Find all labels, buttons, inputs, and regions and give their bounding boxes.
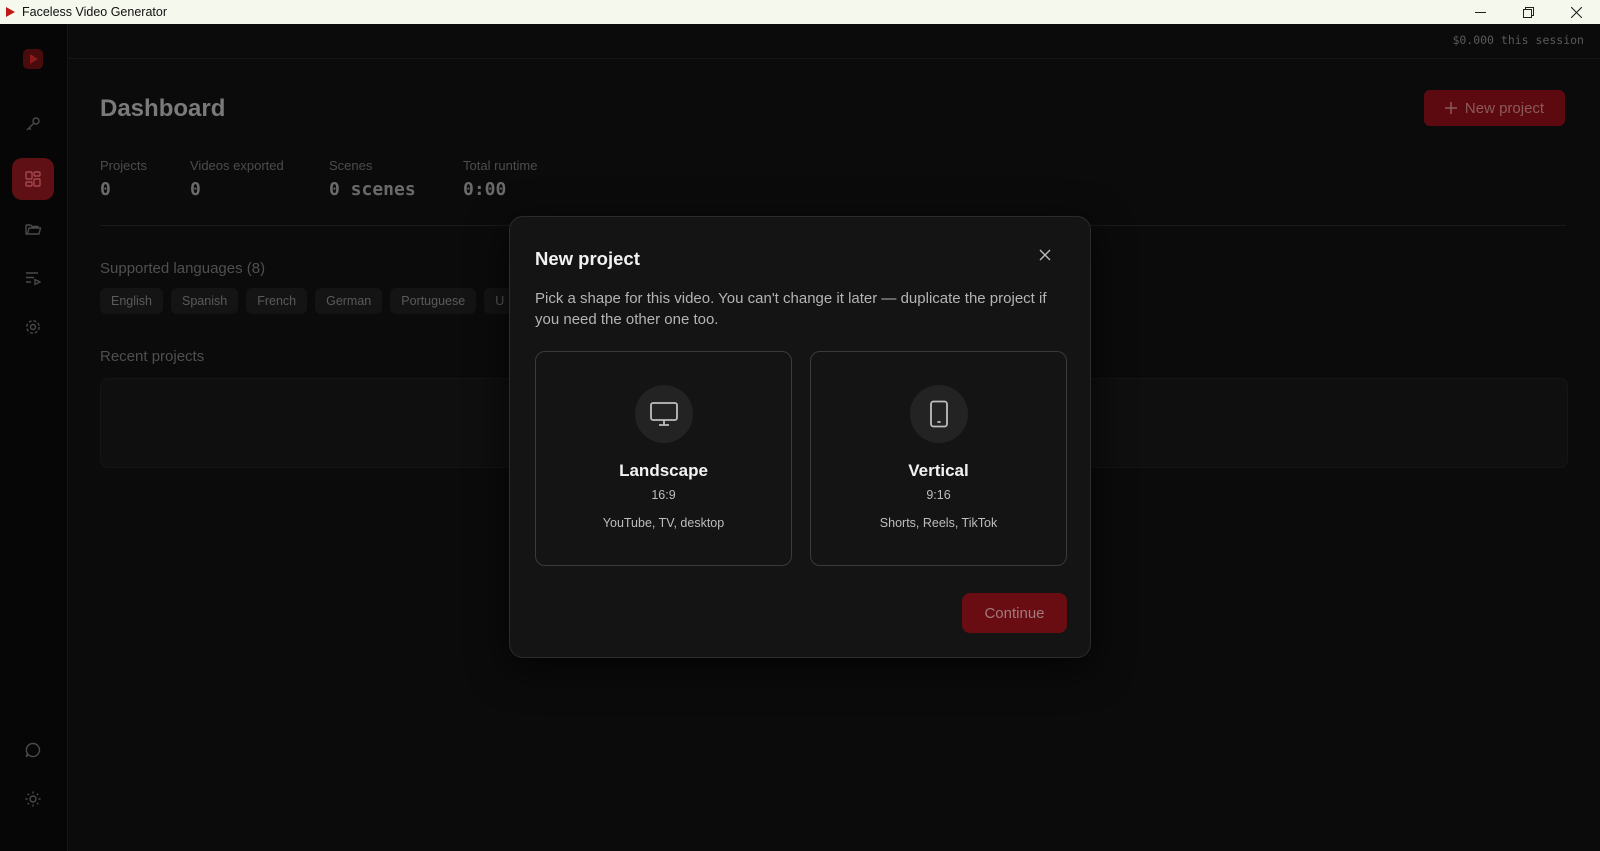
top-bar: $0.000 this session <box>68 24 1600 59</box>
stat-value: 0:00 <box>463 179 507 200</box>
session-cost: $0.000 this session <box>1452 33 1584 47</box>
option-title: Landscape <box>619 461 708 480</box>
sidebar-item-settings[interactable] <box>12 306 54 348</box>
grid-icon <box>25 171 41 187</box>
sidebar-item-feedback[interactable] <box>12 729 54 771</box>
modal-close-button[interactable] <box>1034 244 1056 266</box>
stat-label: Projects <box>100 158 147 173</box>
stat-projects: Projects 0 <box>100 158 147 200</box>
stat-label: Scenes <box>329 158 373 173</box>
app-logo-icon <box>6 7 15 17</box>
sidebar-item-projects[interactable] <box>12 208 54 250</box>
window-title: Faceless Video Generator <box>22 5 167 19</box>
new-project-button[interactable]: New project <box>1424 90 1565 126</box>
restore-icon <box>1522 6 1534 18</box>
option-ratio: 16:9 <box>651 488 676 502</box>
sun-icon <box>25 791 41 807</box>
shape-option-landscape[interactable]: Landscape 16:9 YouTube, TV, desktop <box>535 351 792 566</box>
key-icon <box>26 117 40 131</box>
icon-circle <box>910 385 968 443</box>
stat-label: Videos exported <box>190 158 284 173</box>
languages-title: Supported languages (8) <box>100 260 266 277</box>
sidebar-item-dashboard[interactable] <box>12 158 54 200</box>
chat-bubble-icon <box>25 742 41 758</box>
stat-value: 0 <box>100 179 111 200</box>
stat-scenes: Scenes 0 scenes <box>329 158 416 200</box>
minimize-icon <box>1474 11 1486 13</box>
stat-value: 0 scenes <box>329 179 416 200</box>
option-uses: Shorts, Reels, TikTok <box>879 516 998 530</box>
sidebar-item-queue[interactable] <box>12 257 54 299</box>
language-chip: Spanish <box>171 288 239 314</box>
folder-icon <box>25 224 42 235</box>
gear-icon <box>26 320 40 334</box>
option-title: Vertical <box>908 461 969 480</box>
shape-option-vertical[interactable]: Vertical 9:16 Shorts, Reels, TikTok <box>810 351 1067 566</box>
restore-button[interactable] <box>1504 0 1552 24</box>
modal-description: Pick a shape for this video. You can't c… <box>535 290 1047 328</box>
close-window-button[interactable] <box>1552 0 1600 24</box>
language-chip: German <box>315 288 383 314</box>
monitor-icon <box>650 402 678 426</box>
recent-projects-title: Recent projects <box>100 348 205 365</box>
page-title: Dashboard <box>100 95 226 122</box>
play-logo-icon[interactable] <box>22 48 44 70</box>
window-titlebar: Faceless Video Generator <box>0 0 1600 24</box>
language-chip: English <box>100 288 163 314</box>
playlist-icon <box>26 272 42 286</box>
close-icon <box>1570 6 1582 18</box>
plus-icon <box>1444 102 1457 114</box>
stat-videos-exported: Videos exported 0 <box>190 158 284 200</box>
sidebar <box>0 24 68 851</box>
stat-total-runtime: Total runtime 0:00 <box>463 158 537 200</box>
minimize-button[interactable] <box>1456 0 1504 24</box>
stat-label: Total runtime <box>463 158 538 173</box>
new-project-label: New project <box>1464 99 1545 117</box>
stat-value: 0 <box>190 179 201 200</box>
new-project-modal: New project Pick a shape for this video.… <box>509 216 1091 658</box>
option-ratio: 9:16 <box>926 488 951 502</box>
modal-title: New project <box>535 248 640 269</box>
continue-button[interactable]: Continue <box>962 593 1067 633</box>
language-list: English Spanish French German Portuguese… <box>100 288 516 314</box>
icon-circle <box>635 385 693 443</box>
sidebar-item-theme[interactable] <box>12 778 54 820</box>
sidebar-item-api-keys[interactable] <box>12 103 54 145</box>
close-icon <box>1039 249 1051 261</box>
language-chip: French <box>246 288 308 314</box>
phone-icon <box>930 400 948 428</box>
language-chip: Portuguese <box>390 288 477 314</box>
option-uses: YouTube, TV, desktop <box>602 516 725 530</box>
